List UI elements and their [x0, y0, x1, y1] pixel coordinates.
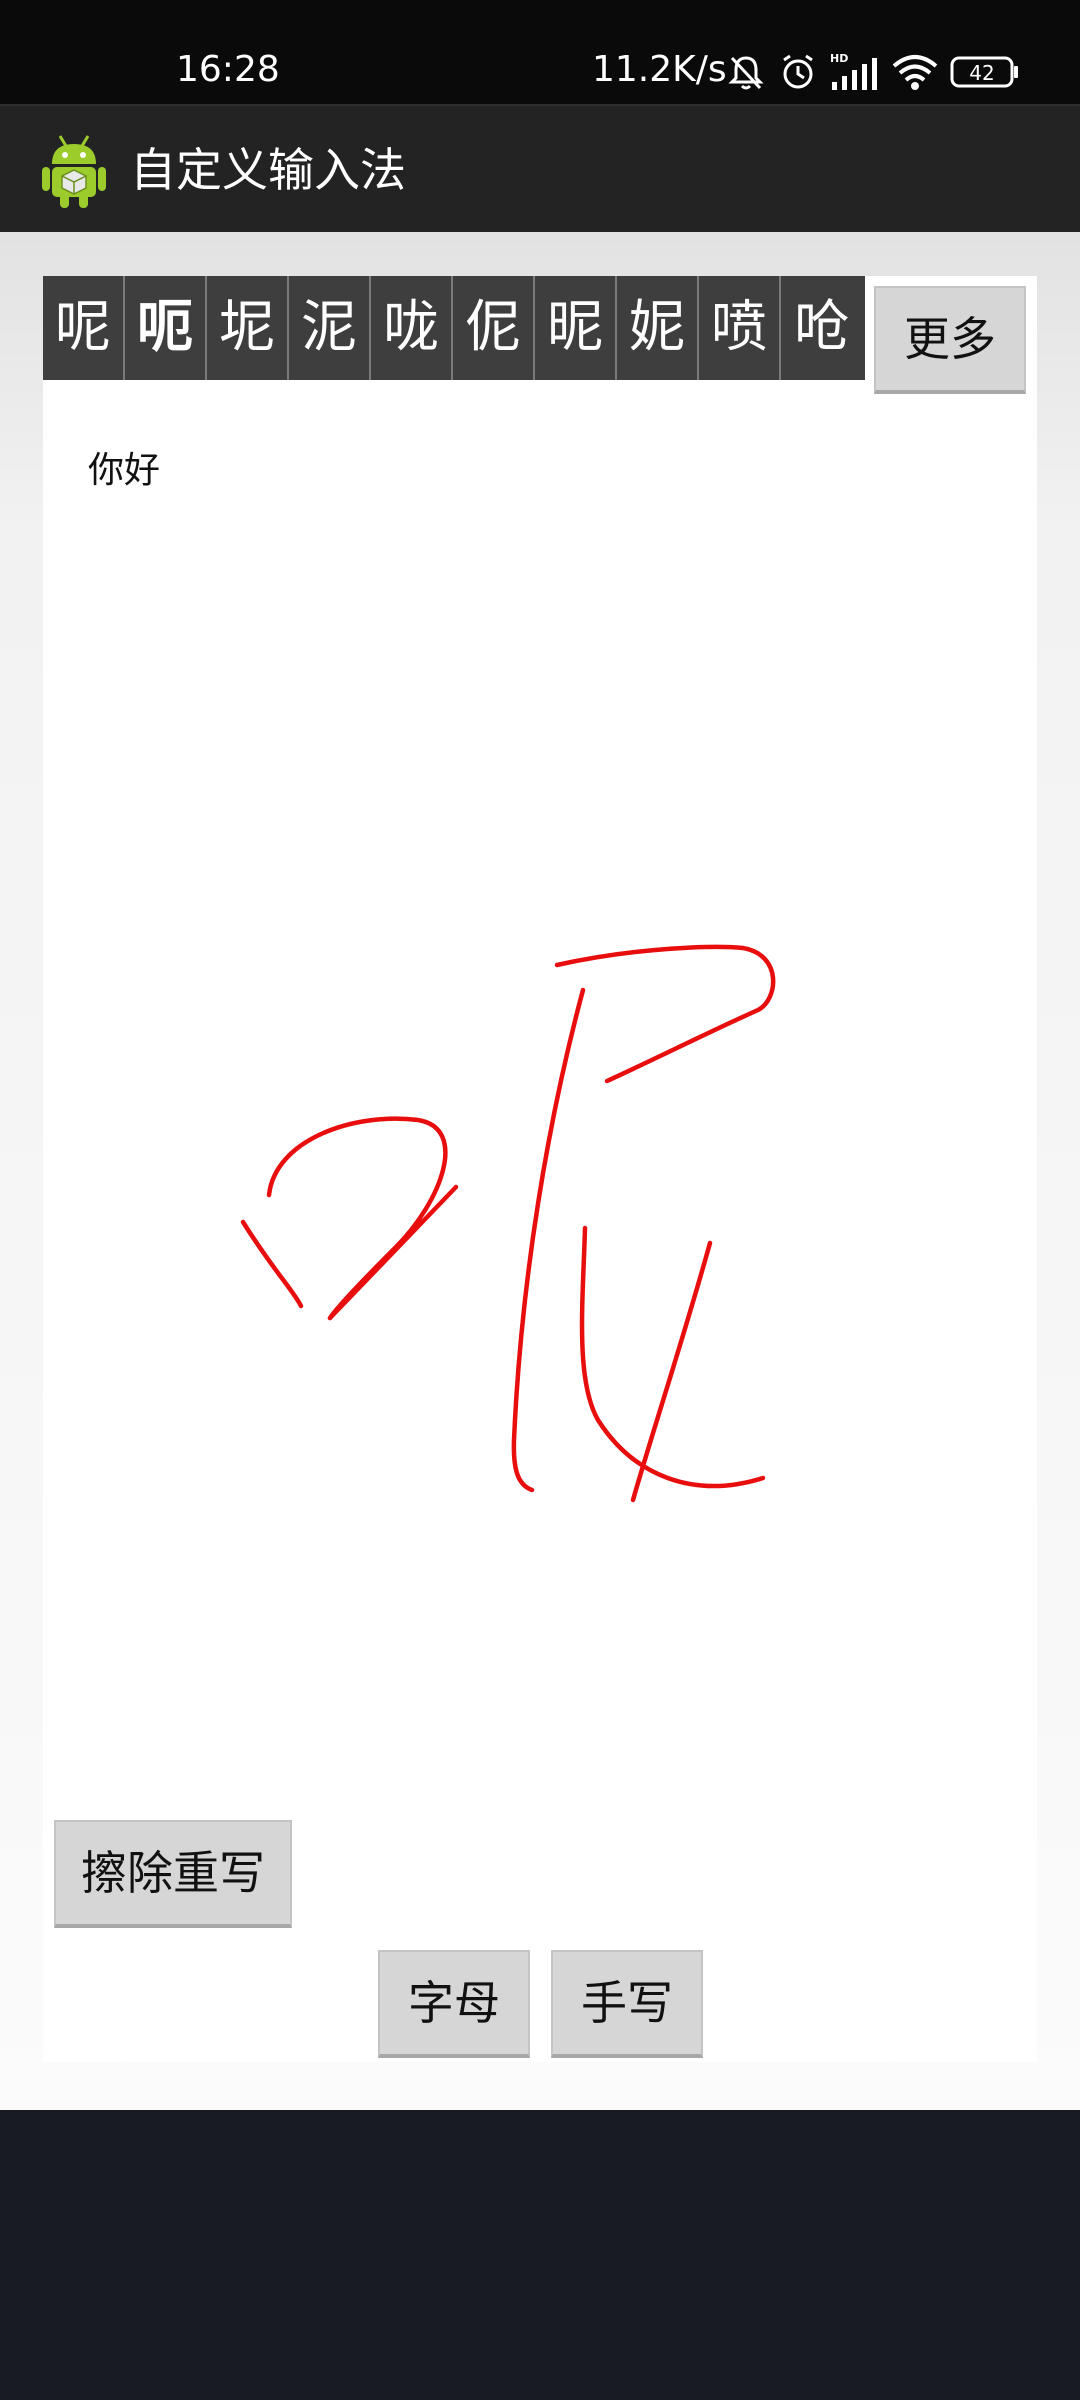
candidate-char[interactable]: 呃	[125, 276, 207, 380]
app-bar: 自定义输入法	[0, 104, 1080, 234]
ink-stroke	[240, 1219, 304, 1309]
signal-icon: HD	[830, 52, 877, 90]
candidate-char[interactable]: 妮	[617, 276, 699, 380]
candidate-char[interactable]: 伲	[453, 276, 535, 380]
alarm-icon	[783, 54, 813, 89]
more-button[interactable]: 更多	[874, 286, 1026, 394]
candidate-char[interactable]: 昵	[535, 276, 617, 380]
candidate-char[interactable]: 坭	[207, 276, 289, 380]
battery-level-text: 42	[969, 61, 994, 85]
candidate-char[interactable]: 呛	[781, 276, 863, 380]
app-title: 自定义输入法	[130, 143, 406, 197]
svg-text:HD: HD	[830, 52, 848, 65]
candidate-char[interactable]: 泥	[289, 276, 371, 380]
candidate-char[interactable]: 呢	[43, 276, 125, 380]
ink-stroke	[511, 987, 586, 1493]
ink-stroke	[630, 1240, 713, 1503]
clear-rewrite-button[interactable]: 擦除重写	[54, 1820, 292, 1928]
status-bar: 16:28 11.2K/s HD 42	[0, 0, 1080, 104]
candidate-char[interactable]: 喷	[699, 276, 781, 380]
candidate-char[interactable]: 咙	[371, 276, 453, 380]
ink-stroke	[579, 1225, 766, 1489]
network-speed: 11.2K/s	[592, 49, 727, 90]
handwriting-canvas[interactable]	[43, 400, 1037, 1800]
letters-mode-button[interactable]: 字母	[378, 1950, 530, 2058]
ink-stroke	[554, 944, 776, 1084]
ink-stroke	[327, 1184, 459, 1321]
mute-icon	[728, 56, 764, 90]
android-icon	[42, 135, 106, 208]
battery-icon: 42	[950, 56, 1018, 88]
wifi-icon	[892, 55, 938, 90]
handwriting-mode-button[interactable]: 手写	[551, 1950, 703, 2058]
status-time: 16:28	[176, 49, 280, 90]
candidate-bar: 呢 呃 坭 泥 咙 伲 昵 妮 喷 呛	[43, 276, 865, 380]
